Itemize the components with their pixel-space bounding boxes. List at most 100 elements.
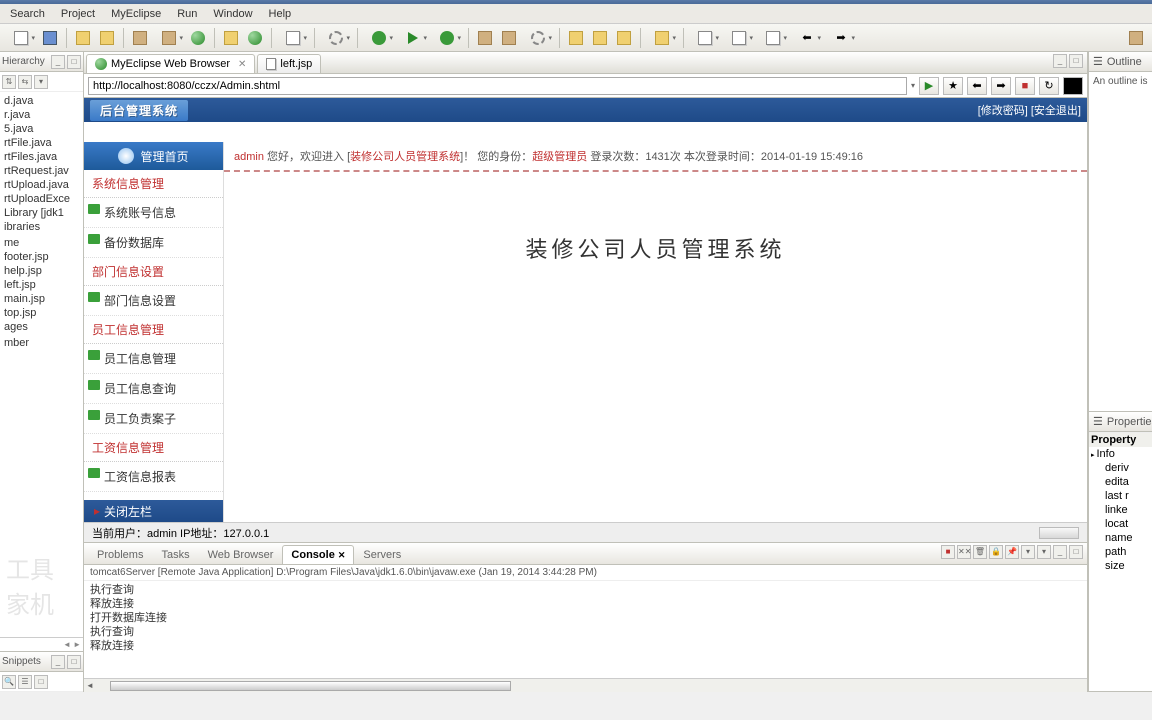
file-item[interactable]: rtFiles.java [2,150,81,164]
forward-button[interactable]: ➡ [991,77,1011,95]
tab-web-browser[interactable]: MyEclipse Web Browser ✕ [86,54,255,73]
tb-btn[interactable]: □ [34,675,48,689]
file-item[interactable]: left.jsp [2,278,81,292]
tab-problems[interactable]: Problems [88,545,152,564]
scroll-thumb[interactable] [110,681,511,691]
pin-button[interactable]: 📌 [1005,545,1019,559]
maximize-button[interactable]: □ [67,55,81,69]
file-item[interactable]: me [2,236,81,250]
open-console-button[interactable]: ▾ [1037,545,1051,559]
console-output[interactable]: 执行查询释放连接打开数据库连接执行查询释放连接 [84,581,1087,678]
nav-group[interactable]: 工资信息管理 [84,434,223,462]
sidebar-home[interactable]: 管理首页 [84,142,223,170]
refresh-button[interactable]: ↻ [1039,77,1059,95]
menu-project[interactable]: Project [53,6,103,22]
file-item[interactable]: footer.jsp [2,250,81,264]
file-item[interactable]: d.java [2,94,81,108]
change-password-link[interactable]: [修改密码] [978,105,1028,117]
nav-item[interactable]: 员工信息管理 [84,344,223,374]
tb-btn[interactable] [613,27,635,49]
back-button[interactable]: ⬅ [967,77,987,95]
horizontal-scrollbar[interactable]: ◄ [84,678,1087,692]
property-row[interactable]: last r [1089,489,1152,503]
tb-btn[interactable] [565,27,587,49]
tb-btn[interactable] [72,27,94,49]
tab-web-browser[interactable]: Web Browser [199,545,283,564]
tb-btn[interactable]: 🔍 [2,675,16,689]
properties-tab[interactable]: ☰ Properties [1089,412,1152,432]
file-item[interactable]: r.java [2,108,81,122]
menu-button[interactable]: ▾ [34,75,48,89]
menu-help[interactable]: Help [261,6,300,22]
tb-btn[interactable] [129,27,151,49]
close-icon[interactable]: ✕ [238,59,246,70]
minimize-button[interactable]: _ [1053,54,1067,68]
nav-item[interactable]: 部门信息设置 [84,286,223,316]
property-row[interactable]: name [1089,531,1152,545]
tb-btn[interactable] [153,27,185,49]
new-button[interactable] [5,27,37,49]
menu-run[interactable]: Run [169,6,205,22]
tb-btn[interactable] [498,27,520,49]
link-button[interactable]: ⇆ [18,75,32,89]
tb-btn[interactable] [277,27,309,49]
terminate-button[interactable]: ■ [941,545,955,559]
menu-myeclipse[interactable]: MyEclipse [103,6,169,22]
forward-button[interactable]: ➡ [825,27,857,49]
tab-tasks[interactable]: Tasks [152,545,198,564]
tb-btn[interactable]: ☰ [18,675,32,689]
minimize-button[interactable]: _ [51,55,65,69]
maximize-button[interactable]: □ [1069,545,1083,559]
tb-btn[interactable] [96,27,118,49]
nav-group[interactable]: 员工信息管理 [84,316,223,344]
file-item[interactable]: ibraries [2,220,81,234]
file-item[interactable]: rtUploadExce [2,192,81,206]
property-row[interactable]: deriv [1089,461,1152,475]
file-item[interactable]: top.jsp [2,306,81,320]
outline-tab[interactable]: ☰ Outline [1089,52,1152,72]
favorite-button[interactable]: ★ [943,77,963,95]
tb-btn[interactable] [431,27,463,49]
url-input[interactable] [88,77,907,95]
property-row[interactable]: linke [1089,503,1152,517]
file-item[interactable]: rtFile.java [2,136,81,150]
tb-btn[interactable] [320,27,352,49]
tb-btn[interactable] [220,27,242,49]
go-button[interactable]: ▶ [919,77,939,95]
display-button[interactable]: ▾ [1021,545,1035,559]
property-row[interactable]: size [1089,559,1152,573]
property-row[interactable]: locat [1089,517,1152,531]
menu-window[interactable]: Window [205,6,260,22]
file-item[interactable]: rtUpload.java [2,178,81,192]
tb-btn[interactable] [757,27,789,49]
tb-btn[interactable] [474,27,496,49]
debug-button[interactable] [363,27,395,49]
menu-search[interactable]: Search [2,6,53,22]
property-row[interactable]: edita [1089,475,1152,489]
nav-item[interactable]: 工资信息报表 [84,462,223,492]
file-item[interactable]: ages [2,320,81,334]
scroll-lock-button[interactable]: 🔒 [989,545,1003,559]
property-group[interactable]: Info [1089,447,1152,461]
logout-link[interactable]: [安全退出] [1031,105,1081,117]
file-item[interactable]: 5.java [2,122,81,136]
tb-btn[interactable] [723,27,755,49]
maximize-button[interactable]: □ [1069,54,1083,68]
nav-group[interactable]: 部门信息设置 [84,258,223,286]
nav-list[interactable]: 系统信息管理系统账号信息备份数据库部门信息设置部门信息设置员工信息管理员工信息管… [84,170,223,500]
tb-btn[interactable] [689,27,721,49]
snippets-tab[interactable]: Snippets [2,656,41,667]
file-tree[interactable]: d.javar.java5.javartFile.javartFiles.jav… [0,92,83,637]
nav-item[interactable]: 系统账号信息 [84,198,223,228]
back-button[interactable]: ⬅ [791,27,823,49]
resize-handle[interactable] [1039,527,1079,539]
tb-btn[interactable] [589,27,611,49]
file-item[interactable]: mber [2,336,81,350]
globe-button[interactable] [187,27,209,49]
maximize-button[interactable]: □ [67,655,81,669]
perspective-button[interactable] [1125,27,1147,49]
save-button[interactable] [39,27,61,49]
run-button[interactable] [397,27,429,49]
close-sidebar-button[interactable]: 关闭左栏 [84,500,223,522]
property-row[interactable]: path [1089,545,1152,559]
